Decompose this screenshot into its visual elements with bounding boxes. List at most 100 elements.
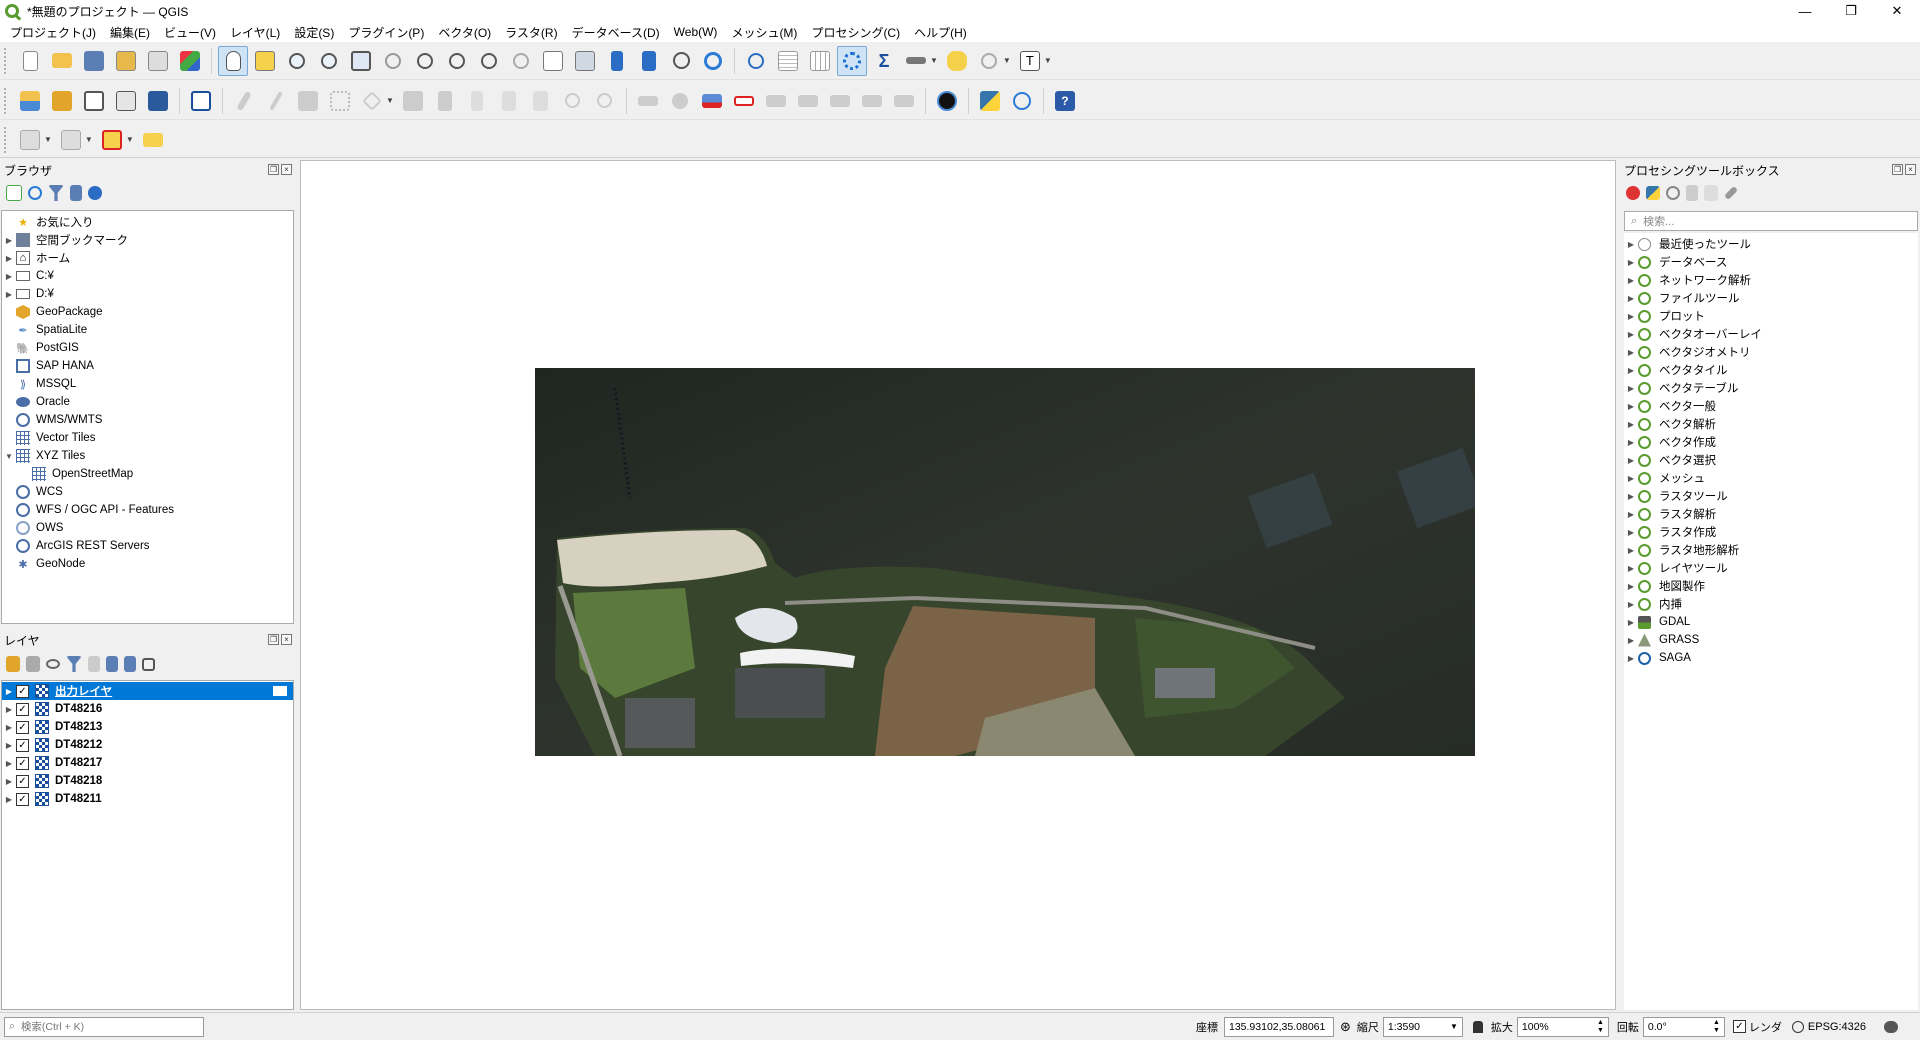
layer-visibility-checkbox[interactable]: ✓	[16, 720, 29, 734]
chevron-right-icon[interactable]: ▶	[1624, 384, 1638, 393]
layer-item-dt48212[interactable]: ▶ ✓ DT48212	[2, 736, 293, 754]
chevron-right-icon[interactable]: ▶	[1624, 438, 1638, 447]
browser-item-sap-hana[interactable]: SAP HANA	[2, 357, 293, 375]
menu-settings[interactable]: 設定(S)	[287, 24, 341, 41]
new-bookmark-button[interactable]	[602, 46, 632, 76]
magnifier-field[interactable]: 100% ▲ ▼	[1516, 1016, 1609, 1037]
layout-manager-button[interactable]	[143, 46, 173, 76]
browser-item-xyz-tiles[interactable]: ▼ XYZ Tiles	[2, 447, 293, 465]
chevron-right-icon[interactable]: ▶	[2, 705, 16, 714]
float-dock-button[interactable]: ❐	[268, 634, 279, 645]
layer-visibility-checkbox[interactable]: ✓	[16, 738, 29, 752]
chevron-right-icon[interactable]: ▶	[2, 236, 16, 245]
refresh-icon[interactable]	[28, 186, 42, 200]
chevron-down-icon[interactable]: ▼	[930, 56, 938, 65]
proc-item-plots[interactable]: ▶ プロット	[1624, 307, 1918, 325]
save-project-button[interactable]	[79, 46, 109, 76]
new-print-layout-button[interactable]	[111, 46, 141, 76]
undo-button[interactable]	[558, 86, 588, 116]
layer-visibility-checkbox[interactable]: ✓	[16, 792, 29, 806]
zoom-next-button[interactable]	[506, 46, 536, 76]
chevron-right-icon[interactable]: ▶	[2, 687, 16, 696]
redo-button[interactable]	[590, 86, 620, 116]
locator-search-input[interactable]: ⌕ 検索(Ctrl + K)	[4, 1016, 204, 1037]
data-source-manager-button[interactable]	[15, 86, 45, 116]
menu-project[interactable]: プロジェクト(J)	[3, 24, 103, 41]
crs-button[interactable]: EPSG:4326	[1808, 1021, 1866, 1033]
vertex-tool-button[interactable]	[357, 86, 387, 116]
proc-item-saga[interactable]: ▶ SAGA	[1624, 649, 1918, 667]
collapse-all-icon[interactable]	[124, 656, 136, 672]
chevron-down-icon[interactable]: ▼	[386, 96, 394, 105]
chevron-down-icon[interactable]: ▼	[1003, 56, 1011, 65]
map-tips-button[interactable]	[942, 46, 972, 76]
browser-item-wcs[interactable]: WCS	[2, 483, 293, 501]
map-canvas[interactable]	[300, 160, 1616, 1010]
browser-item-openstreetmap[interactable]: OpenStreetMap	[2, 465, 293, 483]
zoom-full-button[interactable]	[346, 46, 376, 76]
text-annotation-button[interactable]: T	[1015, 46, 1045, 76]
browser-item-geopackage[interactable]: GeoPackage	[2, 303, 293, 321]
georeferencer-button[interactable]	[1007, 86, 1037, 116]
menu-database[interactable]: データベース(D)	[565, 24, 667, 41]
coordinate-field[interactable]: 135.93102,35.08061	[1224, 1016, 1334, 1037]
browser-item-vector-tiles[interactable]: Vector Tiles	[2, 429, 293, 447]
chevron-right-icon[interactable]: ▶	[1624, 510, 1638, 519]
layer-visibility-checkbox[interactable]: ✓	[16, 702, 29, 716]
zoom-native-button[interactable]	[442, 46, 472, 76]
results-icon[interactable]	[1686, 185, 1698, 201]
select-features-button[interactable]	[15, 125, 45, 155]
crs-globe-icon[interactable]	[1791, 1020, 1804, 1033]
browser-item-spatialite[interactable]: ✒ SpatiaLite	[2, 321, 293, 339]
chevron-right-icon[interactable]: ▶	[2, 272, 16, 281]
edit-features-icon[interactable]	[1704, 185, 1718, 201]
zoom-in-button[interactable]	[282, 46, 312, 76]
proc-item-vector-table[interactable]: ▶ ベクタテーブル	[1624, 379, 1918, 397]
proc-item-mesh[interactable]: ▶ メッシュ	[1624, 469, 1918, 487]
chevron-down-icon[interactable]: ▼	[85, 135, 93, 144]
float-dock-button[interactable]: ❐	[268, 164, 279, 175]
chevron-right-icon[interactable]: ▶	[1624, 564, 1638, 573]
scripts-icon[interactable]	[1646, 186, 1660, 200]
measure-button[interactable]	[901, 46, 931, 76]
history-icon[interactable]	[1666, 186, 1680, 200]
menu-help[interactable]: ヘルプ(H)	[907, 24, 974, 41]
browser-item-mssql[interactable]: ⟫ MSSQL	[2, 375, 293, 393]
spin-arrows-icon[interactable]: ▲ ▼	[1713, 1019, 1720, 1035]
field-calculator-button[interactable]	[805, 46, 835, 76]
chevron-right-icon[interactable]: ▶	[1624, 528, 1638, 537]
layer-visibility-checkbox[interactable]: ✓	[16, 684, 29, 698]
proc-item-layer-tools[interactable]: ▶ レイヤツール	[1624, 559, 1918, 577]
toolbar-grip[interactable]	[4, 126, 8, 153]
render-checkbox[interactable]: ✓	[1732, 1020, 1746, 1033]
proc-item-vector-analysis[interactable]: ▶ ベクタ解析	[1624, 415, 1918, 433]
cut-features-button[interactable]	[462, 86, 492, 116]
messages-icon[interactable]	[1884, 1020, 1898, 1033]
zoom-out-button[interactable]	[314, 46, 344, 76]
browser-item-oracle[interactable]: Oracle	[2, 393, 293, 411]
identify-features-button[interactable]	[741, 46, 771, 76]
chevron-down-icon[interactable]: ▼	[1044, 56, 1052, 65]
virtual-layer-button[interactable]	[186, 86, 216, 116]
layer-visibility-checkbox[interactable]: ✓	[16, 756, 29, 770]
browser-item-drive-c[interactable]: ▶ C:¥	[2, 267, 293, 285]
proc-item-interpolation[interactable]: ▶ 内挿	[1624, 595, 1918, 613]
pin-labels-button[interactable]	[761, 86, 791, 116]
chevron-right-icon[interactable]: ▶	[2, 290, 16, 299]
select-by-value-button[interactable]	[56, 125, 86, 155]
new-project-button[interactable]	[15, 46, 45, 76]
proc-item-raster-creation[interactable]: ▶ ラスタ作成	[1624, 523, 1918, 541]
chevron-right-icon[interactable]: ▶	[1624, 240, 1638, 249]
deselect-features-button[interactable]	[97, 125, 127, 155]
change-label-button[interactable]	[889, 86, 919, 116]
chevron-right-icon[interactable]: ▶	[1624, 492, 1638, 501]
minimize-button[interactable]: —	[1782, 0, 1828, 22]
processing-search-input[interactable]: ⌕ 検索...	[1624, 211, 1918, 231]
close-dock-button[interactable]: ×	[1905, 164, 1916, 175]
diagram-button[interactable]	[665, 86, 695, 116]
layer-styling-icon[interactable]	[6, 656, 20, 672]
browser-item-ows[interactable]: OWS	[2, 519, 293, 537]
chevron-right-icon[interactable]: ▶	[1624, 258, 1638, 267]
menu-web[interactable]: Web(W)	[667, 25, 725, 39]
proc-item-raster-terrain[interactable]: ▶ ラスタ地形解析	[1624, 541, 1918, 559]
